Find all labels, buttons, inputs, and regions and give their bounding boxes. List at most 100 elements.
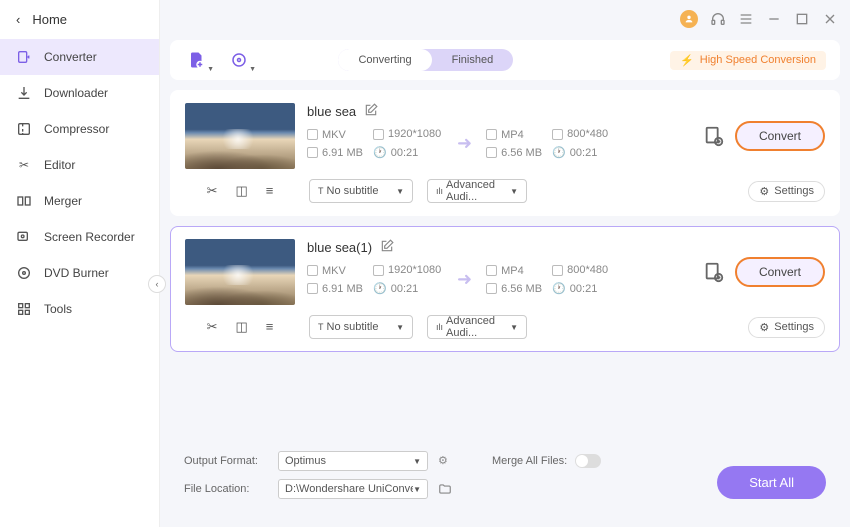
sidebar: ‹ Home Converter Downloader Compressor ✂… <box>0 0 160 527</box>
toolbar: ▼ ▼ Converting Finished ⚡ High Speed Con… <box>170 40 840 80</box>
output-settings-icon[interactable] <box>703 125 725 147</box>
sidebar-item-label: Screen Recorder <box>44 230 135 244</box>
output-format-label: Output Format: <box>184 455 268 467</box>
subtitle-select[interactable]: TNo subtitle▼ <box>309 179 413 203</box>
file-icon <box>552 129 563 140</box>
clock-icon: 🕐 <box>373 282 387 295</box>
back-icon: ‹ <box>16 12 20 27</box>
main-panel: ▼ ▼ Converting Finished ⚡ High Speed Con… <box>170 40 840 517</box>
src-size: 6.91 MB <box>322 283 363 295</box>
file-icon <box>307 129 318 140</box>
add-dvd-button[interactable]: ▼ <box>226 47 252 73</box>
chevron-down-icon: ▼ <box>413 457 421 466</box>
arrow-right-icon: ➜ <box>457 269 472 290</box>
add-file-button[interactable]: ▼ <box>184 47 210 73</box>
tab-finished[interactable]: Finished <box>432 49 514 71</box>
dvd-icon <box>16 265 32 281</box>
file-icon <box>307 147 318 158</box>
sidebar-item-dvd[interactable]: DVD Burner <box>0 255 159 291</box>
tab-converting[interactable]: Converting <box>338 49 431 71</box>
audio-select[interactable]: ılıAdvanced Audi...▼ <box>427 315 527 339</box>
src-format: MKV <box>322 129 346 141</box>
subtitle-select[interactable]: TNo subtitle▼ <box>309 315 413 339</box>
dst-size: 6.56 MB <box>501 147 542 159</box>
collapse-sidebar-button[interactable]: ‹ <box>148 275 166 293</box>
minimize-icon[interactable] <box>766 11 782 27</box>
sidebar-item-downloader[interactable]: Downloader <box>0 75 159 111</box>
chevron-down-icon: ▼ <box>396 187 404 196</box>
high-speed-toggle[interactable]: ⚡ High Speed Conversion <box>670 51 826 70</box>
maximize-icon[interactable] <box>794 11 810 27</box>
output-format-select[interactable]: Optimus▼ <box>278 451 428 471</box>
file-icon <box>486 283 497 294</box>
chevron-down-icon: ▼ <box>510 187 518 196</box>
sidebar-item-compressor[interactable]: Compressor <box>0 111 159 147</box>
rename-icon[interactable] <box>380 239 394 256</box>
merger-icon <box>16 193 32 209</box>
dst-res: 800*480 <box>567 264 608 276</box>
tab-segment: Converting Finished <box>338 49 513 71</box>
sidebar-item-label: DVD Burner <box>44 266 109 280</box>
src-dur: 00:21 <box>391 283 419 295</box>
rename-icon[interactable] <box>364 103 378 120</box>
gear-icon: ⚙ <box>759 321 769 334</box>
converter-icon <box>16 49 32 65</box>
home-nav[interactable]: ‹ Home <box>0 0 159 39</box>
sidebar-item-converter[interactable]: Converter <box>0 39 159 75</box>
open-folder-icon[interactable] <box>438 482 452 496</box>
arrow-right-icon: ➜ <box>457 133 472 154</box>
sidebar-item-recorder[interactable]: Screen Recorder <box>0 219 159 255</box>
file-settings-button[interactable]: ⚙Settings <box>748 317 825 338</box>
start-all-button[interactable]: Start All <box>717 466 826 499</box>
headset-icon[interactable] <box>710 11 726 27</box>
sidebar-item-editor[interactable]: ✂ Editor <box>0 147 159 183</box>
merge-toggle[interactable] <box>575 454 601 468</box>
convert-button[interactable]: Convert <box>735 121 825 151</box>
file-settings-button[interactable]: ⚙Settings <box>748 181 825 202</box>
effect-icon[interactable]: ≡ <box>266 183 274 199</box>
sidebar-item-merger[interactable]: Merger <box>0 183 159 219</box>
chevron-down-icon: ▼ <box>413 485 421 494</box>
merge-label: Merge All Files: <box>492 455 567 467</box>
src-size: 6.91 MB <box>322 147 363 159</box>
bolt-icon: ⚡ <box>680 54 694 67</box>
video-thumbnail[interactable] <box>185 103 295 169</box>
trim-icon[interactable]: ✂ <box>207 319 218 335</box>
video-thumbnail[interactable] <box>185 239 295 305</box>
dst-dur: 00:21 <box>570 147 598 159</box>
crop-icon[interactable]: ◫ <box>236 183 248 199</box>
dst-size: 6.56 MB <box>501 283 542 295</box>
effect-icon[interactable]: ≡ <box>266 319 274 335</box>
src-dur: 00:21 <box>391 147 419 159</box>
format-settings-icon[interactable]: ⚙ <box>438 454 452 468</box>
trim-icon[interactable]: ✂ <box>207 183 218 199</box>
home-label: Home <box>32 12 67 27</box>
close-icon[interactable] <box>822 11 838 27</box>
convert-button[interactable]: Convert <box>735 257 825 287</box>
file-icon <box>486 265 497 276</box>
download-icon <box>16 85 32 101</box>
file-location-select[interactable]: D:\Wondershare UniConverter 1▼ <box>278 479 428 499</box>
src-res: 1920*1080 <box>388 264 441 276</box>
avatar[interactable] <box>680 10 698 28</box>
footer: Output Format: Optimus▼ ⚙ Merge All File… <box>170 441 840 517</box>
src-res: 1920*1080 <box>388 128 441 140</box>
chevron-down-icon: ▼ <box>249 66 256 73</box>
file-card: blue sea(1) MKV 6.91 MB 1920*1080 🕐00:21… <box>170 226 840 352</box>
sidebar-item-label: Tools <box>44 302 72 316</box>
sidebar-item-label: Compressor <box>44 122 109 136</box>
sidebar-item-tools[interactable]: Tools <box>0 291 159 327</box>
sidebar-item-label: Downloader <box>44 86 108 100</box>
output-settings-icon[interactable] <box>703 261 725 283</box>
menu-icon[interactable] <box>738 11 754 27</box>
dst-res: 800*480 <box>567 128 608 140</box>
src-format: MKV <box>322 265 346 277</box>
window-controls <box>680 10 838 28</box>
chevron-down-icon: ▼ <box>510 323 518 332</box>
clock-icon: 🕐 <box>552 282 566 295</box>
dst-format: MP4 <box>501 265 524 277</box>
audio-select[interactable]: ılıAdvanced Audi...▼ <box>427 179 527 203</box>
crop-icon[interactable]: ◫ <box>236 319 248 335</box>
clock-icon: 🕐 <box>373 146 387 159</box>
chevron-down-icon: ▼ <box>396 323 404 332</box>
